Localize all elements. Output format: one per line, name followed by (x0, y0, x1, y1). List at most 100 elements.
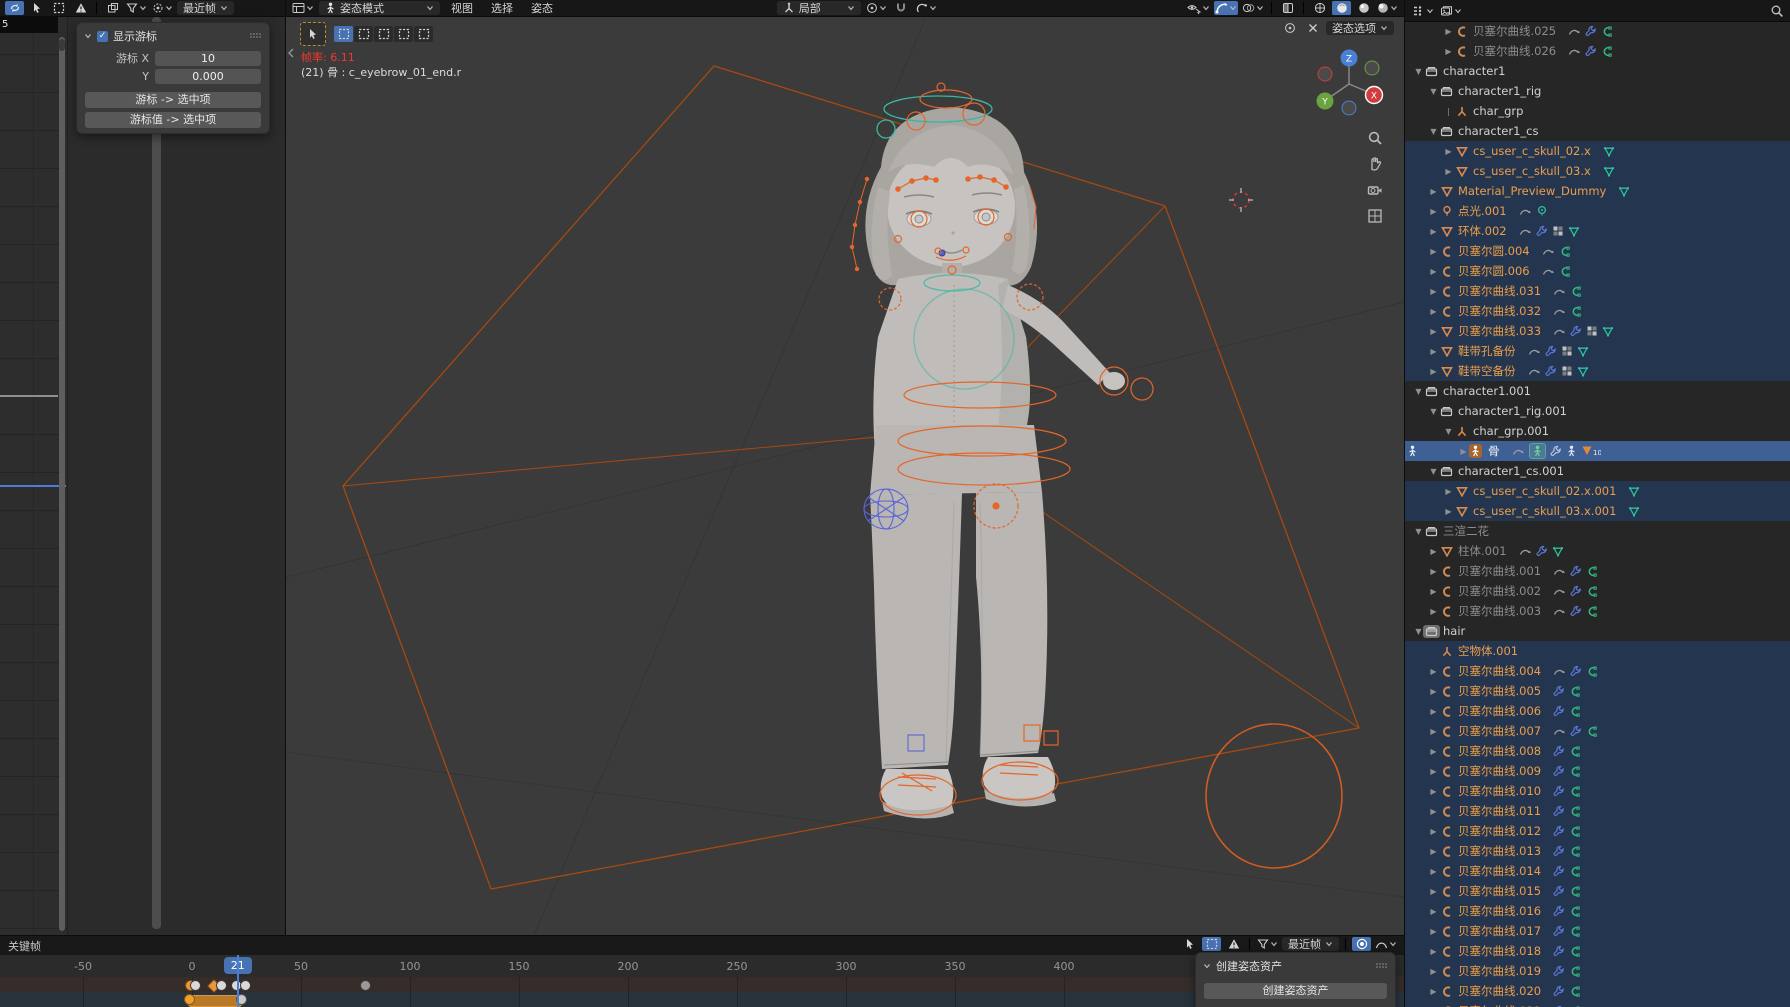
outliner-item-label[interactable]: 贝塞尔曲线.020 (1458, 983, 1541, 999)
outliner-item-label[interactable]: 贝塞尔曲线.026 (1473, 43, 1556, 59)
outliner-row[interactable]: ▶贝塞尔曲线.002 (1405, 581, 1790, 601)
anim-icon[interactable] (1568, 46, 1581, 57)
outliner-item-label[interactable]: 柱体.001 (1458, 543, 1507, 559)
x-mirror-toggle-icon[interactable] (1303, 21, 1322, 35)
mode-dropdown[interactable]: 姿态模式 (319, 1, 440, 15)
material-icon[interactable] (1552, 225, 1564, 237)
cursor-y-field[interactable]: 0.000 (155, 69, 261, 84)
cursor-icon[interactable] (1180, 937, 1199, 951)
display-mode-button[interactable] (1439, 4, 1463, 18)
pan-button[interactable] (1367, 156, 1383, 172)
wrenchg-icon[interactable] (1550, 445, 1562, 457)
expand-arrow-icon[interactable]: ▶ (1428, 567, 1439, 576)
outliner-item-label[interactable]: cs_user_c_skull_02.x (1473, 144, 1591, 158)
wrench-icon[interactable] (1553, 905, 1565, 917)
expand-arrow-icon[interactable]: ▶ (1428, 987, 1439, 996)
navigation-gizmo[interactable]: Z X Y (1310, 44, 1390, 124)
outliner-row[interactable]: ▶贝塞尔曲线.018 (1405, 941, 1790, 961)
outliner-item-label[interactable]: cs_user_c_skull_03.x (1473, 164, 1591, 178)
outliner-item-label[interactable]: 贝塞尔曲线.004 (1458, 663, 1541, 679)
outliner-row[interactable]: ▼character1_rig.001 (1405, 401, 1790, 421)
curvedata-icon[interactable] (1601, 26, 1613, 37)
filter-icon[interactable] (1256, 937, 1279, 951)
recent-frame-dropdown[interactable]: 最近帧 (1282, 937, 1339, 951)
expand-arrow-icon[interactable]: ▶ (1428, 587, 1439, 596)
curvedata-icon[interactable] (1569, 866, 1581, 877)
outliner-row[interactable]: ▶cs_user_c_skull_02.x (1405, 141, 1790, 161)
outliner-item-label[interactable]: 鞋带空备份 (1458, 363, 1516, 379)
wrench-icon[interactable] (1570, 665, 1582, 677)
outliner-row[interactable]: ▼char_grp.001 (1405, 421, 1790, 441)
select-extend-icon[interactable] (354, 26, 373, 42)
curvedata-icon[interactable] (1570, 306, 1582, 317)
outliner-row[interactable]: ▶贝塞尔曲线.005 (1405, 681, 1790, 701)
outliner-item-label[interactable]: character1_cs (1458, 124, 1538, 138)
expand-arrow-icon[interactable]: ▼ (1413, 67, 1424, 76)
anim-icon[interactable] (1542, 246, 1555, 257)
keyframe-white[interactable] (216, 980, 227, 991)
material-icon[interactable] (1561, 365, 1573, 377)
outliner-row[interactable]: ▶ 贝塞尔曲线.014 (1405, 861, 1790, 881)
outliner-row[interactable]: ▶贝塞尔曲线.025 (1405, 22, 1790, 41)
curvedata-icon[interactable] (1569, 906, 1581, 917)
anim-icon[interactable] (1512, 446, 1525, 457)
outliner-item-label[interactable]: 贝塞尔曲线.007 (1458, 723, 1541, 739)
outliner-item-label[interactable]: 贝塞尔曲线.010 (1458, 783, 1541, 799)
outliner-item-label[interactable]: 骨 (1488, 443, 1500, 459)
wrench-icon[interactable] (1536, 225, 1548, 237)
search-icon[interactable] (1770, 4, 1784, 18)
cursor-value-to-selection-button[interactable]: 游标值 -> 选中项 (85, 112, 261, 128)
box-select-icon[interactable] (1202, 937, 1221, 951)
wrench-icon[interactable] (1553, 805, 1565, 817)
gizmo-icon[interactable] (1214, 1, 1238, 15)
cursor-to-selection-button[interactable]: 游标 -> 选中项 (85, 92, 261, 108)
expand-arrow-icon[interactable]: ▶ (1428, 867, 1439, 876)
outliner-row[interactable]: ▼character1.001 (1405, 381, 1790, 401)
shading-material-icon[interactable] (1354, 1, 1373, 15)
channel-scrollbar[interactable] (59, 37, 65, 931)
expand-arrow-icon[interactable]: ▶ (1428, 287, 1439, 296)
outliner-item-label[interactable]: 贝塞尔曲线.033 (1458, 323, 1541, 339)
outliner-item-label[interactable]: character1_rig (1458, 84, 1541, 98)
expand-arrow-icon[interactable]: ▶ (1428, 207, 1439, 216)
curvedata-icon[interactable] (1601, 46, 1613, 57)
expand-arrow-icon[interactable]: ▶ (1428, 967, 1439, 976)
outliner-item-label[interactable]: 贝塞尔曲线.003 (1458, 603, 1541, 619)
outliner-item-label[interactable]: 贝塞尔曲线.014 (1458, 863, 1541, 879)
select-subtract-icon[interactable] (374, 26, 393, 42)
expand-arrow-icon[interactable]: ▶ (1443, 167, 1454, 176)
outliner-item-label[interactable]: character1 (1443, 64, 1505, 78)
snap-magnet-button[interactable] (892, 1, 911, 15)
outliner-row[interactable]: ▶贝塞尔曲线.011 (1405, 801, 1790, 821)
expand-arrow-icon[interactable]: ▶ (1428, 807, 1439, 816)
action-range-bar[interactable] (188, 995, 242, 1007)
outliner-row[interactable]: ▶贝塞尔曲线.032 (1405, 301, 1790, 321)
drag-grip-icon[interactable] (250, 33, 262, 39)
target-icon[interactable] (151, 1, 174, 15)
wrench-icon[interactable] (1553, 865, 1565, 877)
wrench-icon[interactable] (1553, 765, 1565, 777)
anim-icon[interactable] (1519, 206, 1532, 217)
wrench-icon[interactable] (1553, 785, 1565, 797)
frame-ruler[interactable]: -5005010015020025030035040021 (0, 955, 1404, 978)
expand-arrow-icon[interactable]: ▶ (1428, 347, 1439, 356)
expand-arrow-icon[interactable]: ▶ (1428, 267, 1439, 276)
meshdata-icon[interactable] (1602, 326, 1614, 337)
armature-icon[interactable] (1566, 445, 1577, 457)
anim-icon[interactable] (1553, 326, 1566, 337)
orientation-dropdown[interactable]: 局部 (777, 1, 861, 15)
menu-2[interactable]: 姿态 (524, 0, 560, 16)
outliner-item-label[interactable]: 贝塞尔曲线.005 (1458, 683, 1541, 699)
wrench-icon[interactable] (1553, 705, 1565, 717)
outliner-row[interactable]: ▶cs_user_c_skull_02.x.001 (1405, 481, 1790, 501)
wrench-icon[interactable] (1553, 745, 1565, 757)
warning-icon[interactable] (71, 1, 90, 15)
expand-arrow-icon[interactable]: ▶ (1428, 227, 1439, 236)
expand-arrow-icon[interactable]: ▶ (1443, 47, 1454, 56)
curvedata-icon[interactable] (1569, 686, 1581, 697)
expand-arrow-icon[interactable]: ▼ (1413, 527, 1424, 536)
meshdata-icon[interactable] (1577, 346, 1589, 357)
outliner-row[interactable]: ▶贝塞尔曲线.006 (1405, 701, 1790, 721)
anim-icon[interactable] (1553, 606, 1566, 617)
meshdata-icon[interactable] (1628, 486, 1640, 497)
